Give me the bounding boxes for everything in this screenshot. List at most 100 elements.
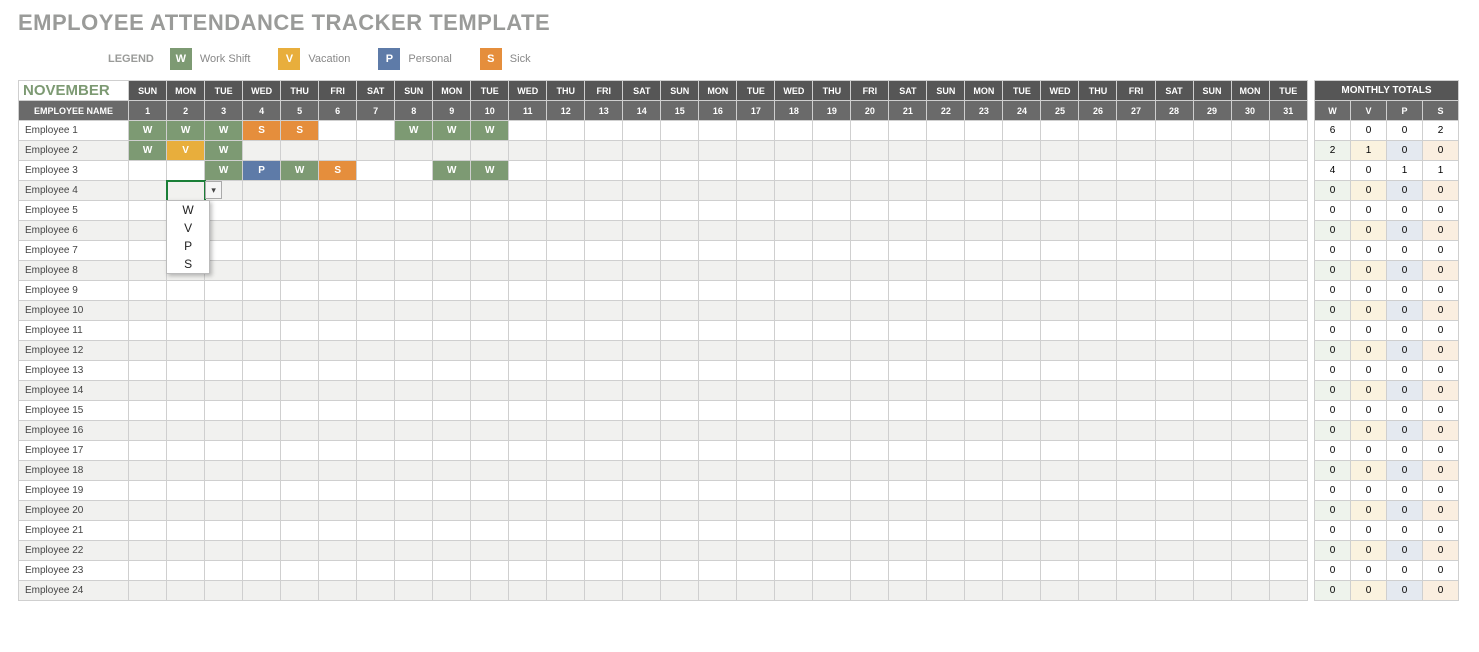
attendance-cell[interactable] [1003,361,1041,381]
attendance-cell[interactable] [547,261,585,281]
attendance-cell[interactable] [1117,321,1155,341]
attendance-cell[interactable] [889,401,927,421]
attendance-cell[interactable] [1155,521,1193,541]
attendance-cell[interactable] [281,141,319,161]
attendance-cell[interactable] [1269,381,1307,401]
attendance-cell[interactable] [243,381,281,401]
attendance-cell[interactable] [775,361,813,381]
attendance-cell[interactable] [623,481,661,501]
attendance-cell[interactable] [1193,381,1231,401]
attendance-cell[interactable] [167,581,205,601]
attendance-cell[interactable] [585,301,623,321]
attendance-cell[interactable] [1079,181,1117,201]
attendance-cell[interactable] [1079,541,1117,561]
attendance-cell[interactable] [1003,281,1041,301]
attendance-cell[interactable] [319,401,357,421]
attendance-cell[interactable] [699,561,737,581]
attendance-cell[interactable] [927,501,965,521]
attendance-cell[interactable] [699,121,737,141]
attendance-cell[interactable] [205,221,243,241]
attendance-cell[interactable] [1041,501,1079,521]
attendance-cell[interactable] [471,241,509,261]
attendance-cell[interactable] [357,501,395,521]
dropdown-option[interactable]: P [167,237,209,255]
attendance-cell[interactable] [699,141,737,161]
attendance-cell[interactable] [927,421,965,441]
attendance-cell[interactable] [319,261,357,281]
attendance-cell[interactable] [851,581,889,601]
attendance-cell[interactable] [243,201,281,221]
attendance-cell[interactable] [547,341,585,361]
attendance-cell[interactable] [1269,361,1307,381]
attendance-cell[interactable] [623,461,661,481]
attendance-cell[interactable]: ▾WVPS [167,181,205,201]
attendance-cell[interactable] [357,201,395,221]
attendance-cell[interactable] [661,201,699,221]
attendance-cell[interactable] [509,441,547,461]
attendance-cell[interactable] [243,361,281,381]
attendance-cell[interactable] [1041,321,1079,341]
attendance-cell[interactable] [1041,461,1079,481]
attendance-cell[interactable]: W [281,161,319,181]
attendance-cell[interactable] [1003,501,1041,521]
attendance-cell[interactable] [1155,301,1193,321]
attendance-cell[interactable] [395,321,433,341]
attendance-cell[interactable] [813,261,851,281]
attendance-cell[interactable] [395,521,433,541]
attendance-cell[interactable] [395,461,433,481]
attendance-cell[interactable] [737,241,775,261]
attendance-cell[interactable] [471,521,509,541]
attendance-cell[interactable] [1193,201,1231,221]
attendance-cell[interactable] [319,381,357,401]
attendance-cell[interactable] [281,421,319,441]
attendance-cell[interactable] [509,481,547,501]
attendance-cell[interactable] [965,421,1003,441]
attendance-cell[interactable] [1079,241,1117,261]
attendance-cell[interactable] [889,221,927,241]
attendance-cell[interactable] [965,241,1003,261]
attendance-cell[interactable] [813,441,851,461]
attendance-cell[interactable] [623,241,661,261]
attendance-cell[interactable] [813,581,851,601]
attendance-cell[interactable] [1117,261,1155,281]
attendance-cell[interactable] [433,541,471,561]
attendance-cell[interactable]: W [205,161,243,181]
attendance-cell[interactable] [433,561,471,581]
attendance-cell[interactable] [167,461,205,481]
attendance-cell[interactable] [243,521,281,541]
attendance-cell[interactable] [547,441,585,461]
attendance-cell[interactable] [965,281,1003,301]
attendance-cell[interactable] [357,341,395,361]
attendance-cell[interactable] [813,381,851,401]
attendance-cell[interactable] [699,461,737,481]
attendance-cell[interactable] [319,541,357,561]
attendance-cell[interactable] [1041,341,1079,361]
attendance-cell[interactable] [1193,361,1231,381]
attendance-cell[interactable] [433,341,471,361]
attendance-cell[interactable] [433,461,471,481]
attendance-cell[interactable] [775,461,813,481]
attendance-cell[interactable] [205,521,243,541]
attendance-cell[interactable] [395,201,433,221]
attendance-cell[interactable] [1079,261,1117,281]
attendance-cell[interactable] [547,141,585,161]
attendance-cell[interactable] [509,201,547,221]
attendance-cell[interactable] [661,261,699,281]
attendance-cell[interactable] [1117,381,1155,401]
attendance-cell[interactable] [927,481,965,501]
attendance-cell[interactable] [471,301,509,321]
attendance-cell[interactable] [1041,541,1079,561]
attendance-cell[interactable] [281,341,319,361]
attendance-cell[interactable] [737,481,775,501]
attendance-cell[interactable] [1117,441,1155,461]
attendance-cell[interactable] [699,481,737,501]
attendance-cell[interactable] [319,361,357,381]
attendance-cell[interactable] [889,421,927,441]
attendance-cell[interactable] [927,201,965,221]
attendance-cell[interactable] [813,201,851,221]
attendance-cell[interactable] [965,461,1003,481]
attendance-cell[interactable] [547,181,585,201]
attendance-cell[interactable] [319,561,357,581]
attendance-cell[interactable] [775,241,813,261]
attendance-cell[interactable] [281,441,319,461]
